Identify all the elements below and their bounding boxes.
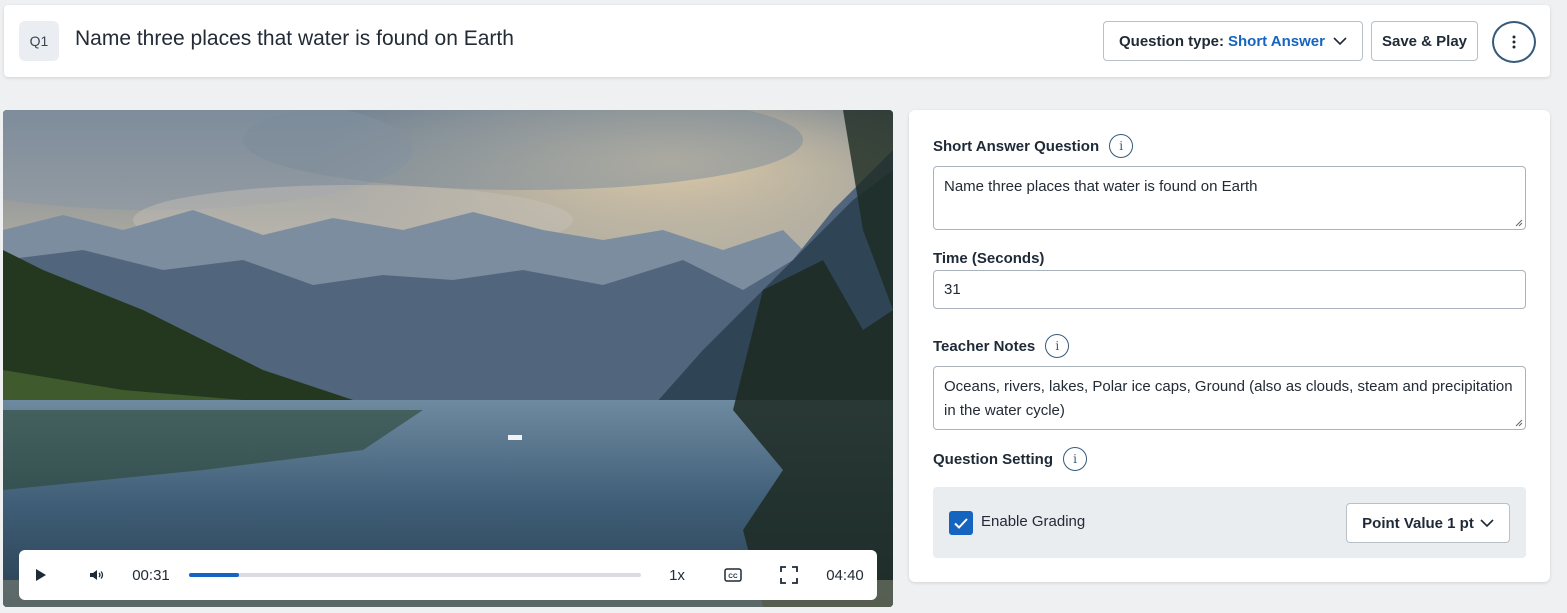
- point-value-label: Point Value 1 pt: [1362, 514, 1474, 532]
- vertical-ellipsis-icon: [1512, 35, 1516, 49]
- info-icon[interactable]: i: [1063, 447, 1087, 471]
- playback-speed-button[interactable]: 1x: [665, 550, 689, 600]
- current-time: 00:31: [132, 566, 170, 584]
- question-type-label: Question type:: [1119, 32, 1225, 50]
- teacher-notes-field[interactable]: Oceans, rivers, lakes, Polar ice caps, G…: [933, 366, 1526, 430]
- chevron-down-icon: [1333, 36, 1347, 45]
- volume-button[interactable]: [85, 550, 109, 600]
- more-options-button[interactable]: [1492, 21, 1536, 63]
- question-settings-panel: Short Answer Question i Name three place…: [909, 110, 1550, 582]
- teacher-notes-value: Oceans, rivers, lakes, Polar ice caps, G…: [944, 378, 1513, 419]
- question-text-value: Name three places that water is found on…: [944, 178, 1258, 195]
- resize-grip-icon[interactable]: [1515, 419, 1523, 427]
- svg-text:CC: CC: [728, 573, 738, 580]
- fullscreen-button[interactable]: [777, 550, 801, 600]
- point-value-dropdown[interactable]: Point Value 1 pt: [1346, 503, 1510, 543]
- question-type-dropdown[interactable]: Question type: Short Answer: [1103, 21, 1363, 61]
- volume-icon: [90, 570, 104, 580]
- teacher-notes-heading: Teacher Notes i: [933, 334, 1070, 358]
- resize-grip-icon[interactable]: [1515, 219, 1523, 227]
- play-button[interactable]: [29, 550, 53, 600]
- enable-grading-checkbox[interactable]: [949, 511, 973, 535]
- time-seconds-input[interactable]: 31: [933, 270, 1526, 309]
- save-play-button[interactable]: Save & Play: [1371, 21, 1478, 61]
- question-type-value: Short Answer: [1228, 32, 1325, 50]
- time-seconds-label: Time (Seconds): [933, 250, 1045, 267]
- short-answer-question-heading: Short Answer Question i: [933, 134, 1134, 158]
- checkmark-icon: [954, 517, 968, 529]
- video-player[interactable]: 00:31 1x CC 04:40: [3, 110, 893, 607]
- teacher-notes-label: Teacher Notes: [933, 337, 1036, 355]
- grading-settings: Enable Grading Point Value 1 pt: [933, 487, 1526, 558]
- duration: 04:40: [826, 566, 864, 584]
- question-text-field[interactable]: Name three places that water is found on…: [933, 166, 1526, 230]
- video-frame-landscape: [3, 110, 893, 607]
- progress-fill: [189, 573, 239, 577]
- question-number-badge: Q1: [19, 21, 59, 61]
- info-icon[interactable]: i: [1045, 334, 1070, 358]
- short-answer-question-label: Short Answer Question: [933, 137, 1100, 155]
- chevron-down-icon: [1480, 518, 1494, 527]
- info-icon[interactable]: i: [1109, 134, 1134, 158]
- enable-grading-label: Enable Grading: [981, 513, 1086, 530]
- fullscreen-icon: [780, 566, 798, 584]
- question-title: Name three places that water is found on…: [75, 27, 514, 50]
- question-setting-label: Question Setting: [933, 450, 1053, 468]
- video-controls: 00:31 1x CC 04:40: [19, 550, 877, 600]
- question-header: Q1 Name three places that water is found…: [4, 5, 1550, 77]
- progress-bar[interactable]: [189, 573, 641, 577]
- closed-captions-icon: CC: [724, 568, 742, 582]
- play-icon: [36, 569, 46, 581]
- captions-button[interactable]: CC: [721, 550, 745, 600]
- question-setting-heading: Question Setting i: [933, 447, 1087, 471]
